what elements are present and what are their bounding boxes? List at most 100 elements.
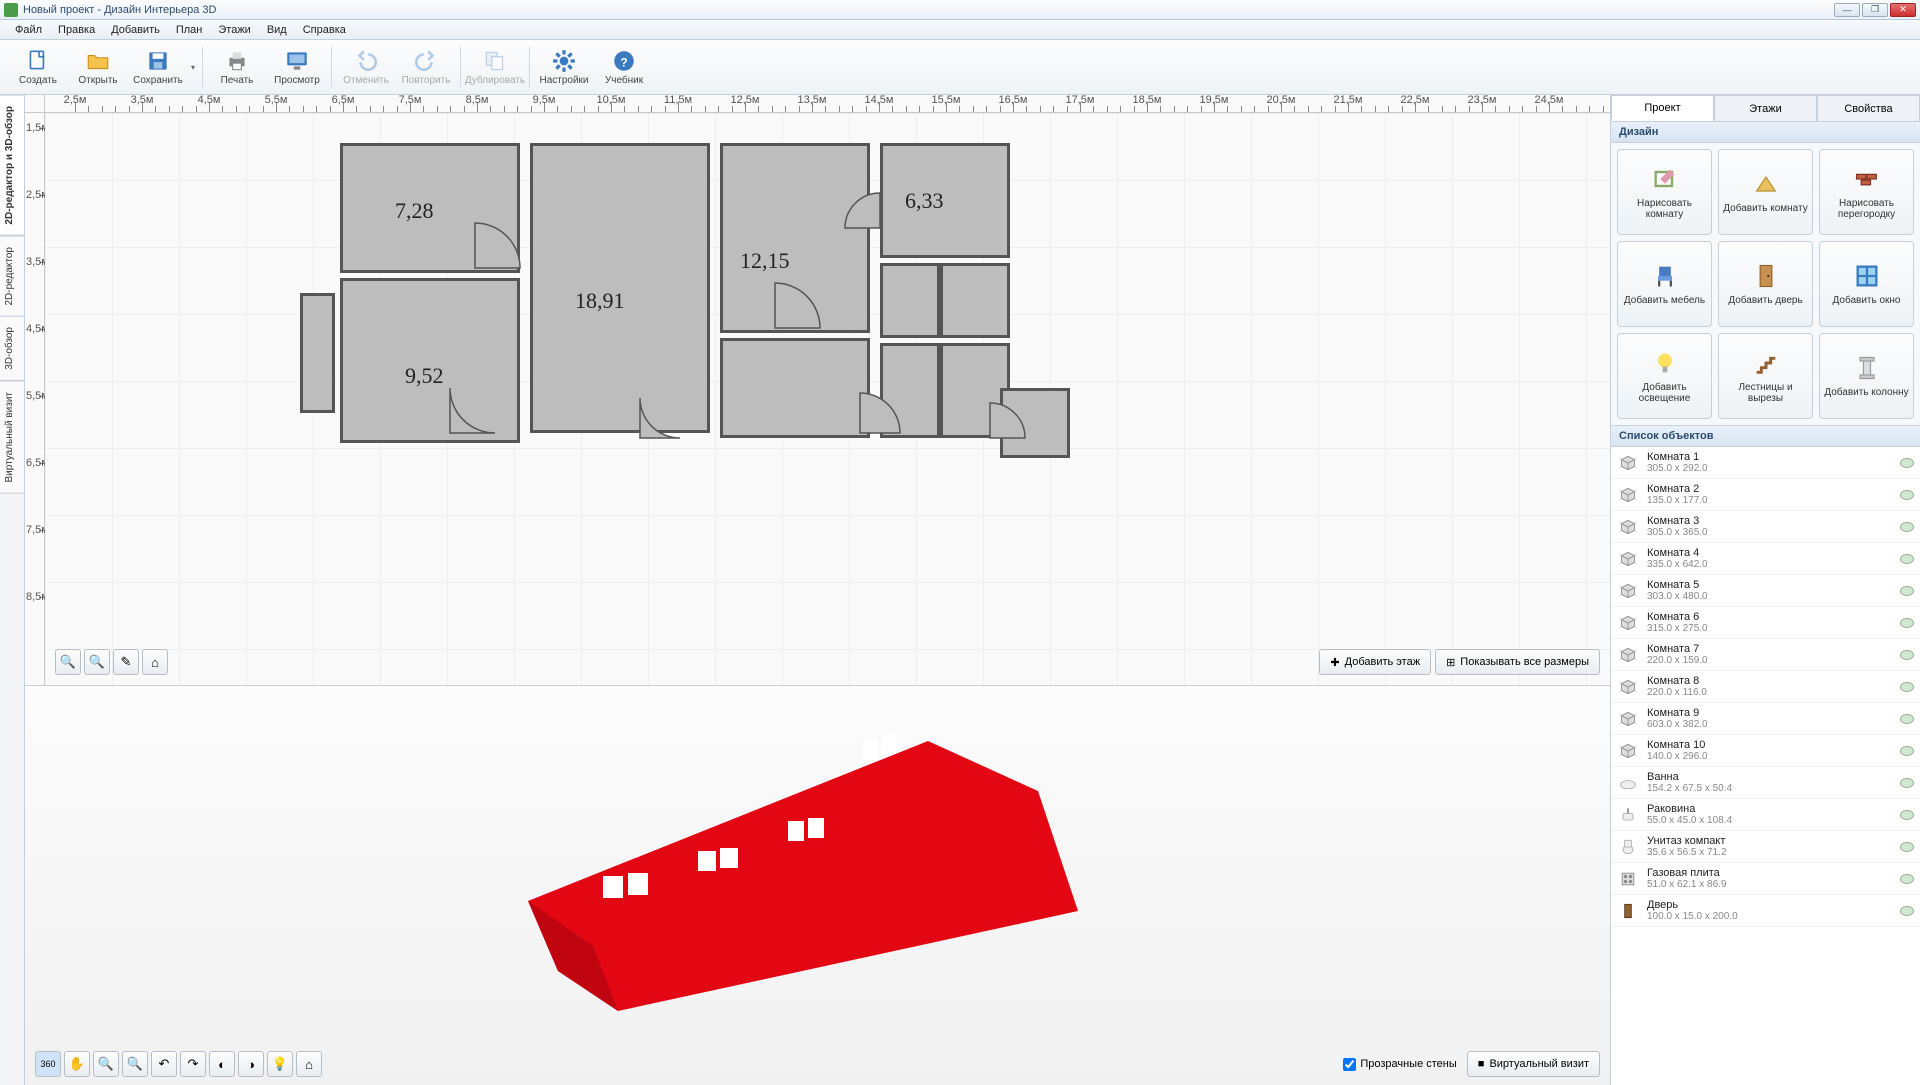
stairs-icon <box>1751 348 1781 378</box>
objects-list[interactable]: Комната 1305.0 x 292.0Комната 2135.0 x 1… <box>1611 447 1920 1085</box>
visibility-toggle[interactable] <box>1900 682 1914 692</box>
close-button[interactable]: ✕ <box>1890 3 1916 17</box>
visibility-toggle[interactable] <box>1900 618 1914 628</box>
save-disk-icon <box>145 48 171 74</box>
add-floor-button[interactable]: ✚Добавить этаж <box>1319 649 1431 675</box>
menu-вид[interactable]: Вид <box>260 22 294 38</box>
view-3d-canvas[interactable]: 360 ✋ 🔍 🔍 ↶ ↷ ◐ ◑ 💡 ⌂ Прозрачные стены ■… <box>25 685 1610 1085</box>
palette-window-button[interactable]: Добавить окно <box>1819 241 1914 327</box>
open-folder-icon <box>85 48 111 74</box>
toolbar-gear-button[interactable]: Настройки <box>534 42 594 92</box>
object-row[interactable]: Комната 10140.0 x 296.0 <box>1611 735 1920 767</box>
menu-план[interactable]: План <box>169 22 210 38</box>
home-3d-button[interactable]: ⌂ <box>296 1051 322 1077</box>
visibility-toggle[interactable] <box>1900 778 1914 788</box>
toolbar-undo-button: Отменить <box>336 42 396 92</box>
palette-draw-room-button[interactable]: Нарисовать комнату <box>1617 149 1712 235</box>
palette-door-button[interactable]: Добавить дверь <box>1718 241 1813 327</box>
zoom-out-3d-button[interactable]: 🔍 <box>93 1051 119 1077</box>
save-dropdown[interactable]: ▾ <box>188 42 198 92</box>
show-dimensions-button[interactable]: ⊞Показывать все размеры <box>1435 649 1600 675</box>
visibility-toggle[interactable] <box>1900 906 1914 916</box>
room3d-icon <box>1617 644 1639 666</box>
menu-файл[interactable]: Файл <box>8 22 49 38</box>
maximize-button[interactable]: ❐ <box>1862 3 1888 17</box>
door-obj-icon <box>1617 900 1639 922</box>
toolbar-save-disk-button[interactable]: Сохранить <box>128 42 188 92</box>
visibility-toggle[interactable] <box>1900 874 1914 884</box>
plus-icon: ✚ <box>1330 656 1339 669</box>
visibility-toggle[interactable] <box>1900 586 1914 596</box>
object-row[interactable]: Комната 5303.0 x 480.0 <box>1611 575 1920 607</box>
object-row[interactable]: Комната 1305.0 x 292.0 <box>1611 447 1920 479</box>
visibility-toggle[interactable] <box>1900 714 1914 724</box>
object-row[interactable]: Комната 2135.0 x 177.0 <box>1611 479 1920 511</box>
minimize-button[interactable]: — <box>1834 3 1860 17</box>
menu-справка[interactable]: Справка <box>296 22 353 38</box>
visibility-toggle[interactable] <box>1900 554 1914 564</box>
vtab-0[interactable]: 2D-редактор и 3D-обзор <box>0 95 24 236</box>
lighting-button[interactable]: 💡 <box>267 1051 293 1077</box>
transparent-walls-checkbox[interactable]: Прозрачные стены <box>1343 1058 1456 1071</box>
pan-button[interactable]: ✋ <box>64 1051 90 1077</box>
rotate-right-button[interactable]: ↷ <box>180 1051 206 1077</box>
ruler-vertical: 1,5м2,5м3,5м4,5м5,5м6,5м7,5м8,5м <box>25 113 45 685</box>
toolbar-new-file-button[interactable]: Создать <box>8 42 68 92</box>
visibility-toggle[interactable] <box>1900 490 1914 500</box>
menu-правка[interactable]: Правка <box>51 22 102 38</box>
virtual-visit-button[interactable]: ■Виртуальный визит <box>1467 1051 1600 1077</box>
object-row[interactable]: Дверь100.0 x 15.0 x 200.0 <box>1611 895 1920 927</box>
orbit-360-button[interactable]: 360 <box>35 1051 61 1077</box>
room-area-label: 7,28 <box>395 198 434 224</box>
visibility-toggle[interactable] <box>1900 842 1914 852</box>
vtab-1[interactable]: 2D-редактор <box>0 236 24 317</box>
object-row[interactable]: Комната 4335.0 x 642.0 <box>1611 543 1920 575</box>
object-row[interactable]: Унитаз компакт35.6 x 56.5 x 71.2 <box>1611 831 1920 863</box>
object-row[interactable]: Комната 7220.0 x 159.0 <box>1611 639 1920 671</box>
visibility-toggle[interactable] <box>1900 522 1914 532</box>
toolbar-help-button[interactable]: ?Учебник <box>594 42 654 92</box>
object-row[interactable]: Комната 6315.0 x 275.0 <box>1611 607 1920 639</box>
toolbar-redo-button: Повторить <box>396 42 456 92</box>
object-row[interactable]: Комната 8220.0 x 116.0 <box>1611 671 1920 703</box>
zoom-in-button[interactable]: 🔍 <box>84 649 110 675</box>
palette-column-button[interactable]: Добавить колонну <box>1819 333 1914 419</box>
object-row[interactable]: Раковина55.0 x 45.0 x 108.4 <box>1611 799 1920 831</box>
visibility-toggle[interactable] <box>1900 746 1914 756</box>
zoom-out-button[interactable]: 🔍 <box>55 649 81 675</box>
toolbar-printer-button[interactable]: Печать <box>207 42 267 92</box>
palette-add-room-button[interactable]: Добавить комнату <box>1718 149 1813 235</box>
palette-bulb-button[interactable]: Добавить освещение <box>1617 333 1712 419</box>
menu-добавить[interactable]: Добавить <box>104 22 167 38</box>
visibility-toggle[interactable] <box>1900 810 1914 820</box>
object-row[interactable]: Газовая плита51.0 x 62.1 x 86.9 <box>1611 863 1920 895</box>
home-view-button[interactable]: ⌂ <box>142 649 168 675</box>
zoom-in-3d-button[interactable]: 🔍 <box>122 1051 148 1077</box>
edit-tool-button[interactable]: ✎ <box>113 649 139 675</box>
palette-stairs-button[interactable]: Лестницы и вырезы <box>1718 333 1813 419</box>
toolbar-open-folder-button[interactable]: Открыть <box>68 42 128 92</box>
sidebar-tab-Этажи[interactable]: Этажи <box>1714 95 1817 121</box>
palette-chair-button[interactable]: Добавить мебель <box>1617 241 1712 327</box>
toolbar-monitor-button[interactable]: Просмотр <box>267 42 327 92</box>
plan-2d-canvas[interactable]: 7,2818,9112,156,339,52 🔍 🔍 ✎ ⌂ ✚Добавить… <box>45 113 1610 685</box>
vtab-2[interactable]: 3D-обзор <box>0 316 24 381</box>
tilt-down-button[interactable]: ◑ <box>238 1051 264 1077</box>
visibility-toggle[interactable] <box>1900 458 1914 468</box>
visibility-toggle[interactable] <box>1900 650 1914 660</box>
sidebar-tab-Свойства[interactable]: Свойства <box>1817 95 1920 121</box>
menu-этажи[interactable]: Этажи <box>211 22 257 38</box>
palette-wall-button[interactable]: Нарисовать перегородку <box>1819 149 1914 235</box>
tilt-up-button[interactable]: ◐ <box>209 1051 235 1077</box>
object-row[interactable]: Комната 3305.0 x 365.0 <box>1611 511 1920 543</box>
object-row[interactable]: Комната 9603.0 x 382.0 <box>1611 703 1920 735</box>
plan-toolbar: 🔍 🔍 ✎ ⌂ <box>55 649 168 675</box>
rotate-left-button[interactable]: ↶ <box>151 1051 177 1077</box>
room-area-label: 6,33 <box>905 188 944 214</box>
help-icon: ? <box>611 48 637 74</box>
object-row[interactable]: Ванна154.2 x 67.5 x 50.4 <box>1611 767 1920 799</box>
vtab-3[interactable]: Виртуальный визит <box>0 381 24 494</box>
sidebar-tab-Проект[interactable]: Проект <box>1611 95 1714 121</box>
room3d-icon <box>1617 580 1639 602</box>
view-mode-tabs: 2D-редактор и 3D-обзор2D-редактор3D-обзо… <box>0 95 25 1085</box>
